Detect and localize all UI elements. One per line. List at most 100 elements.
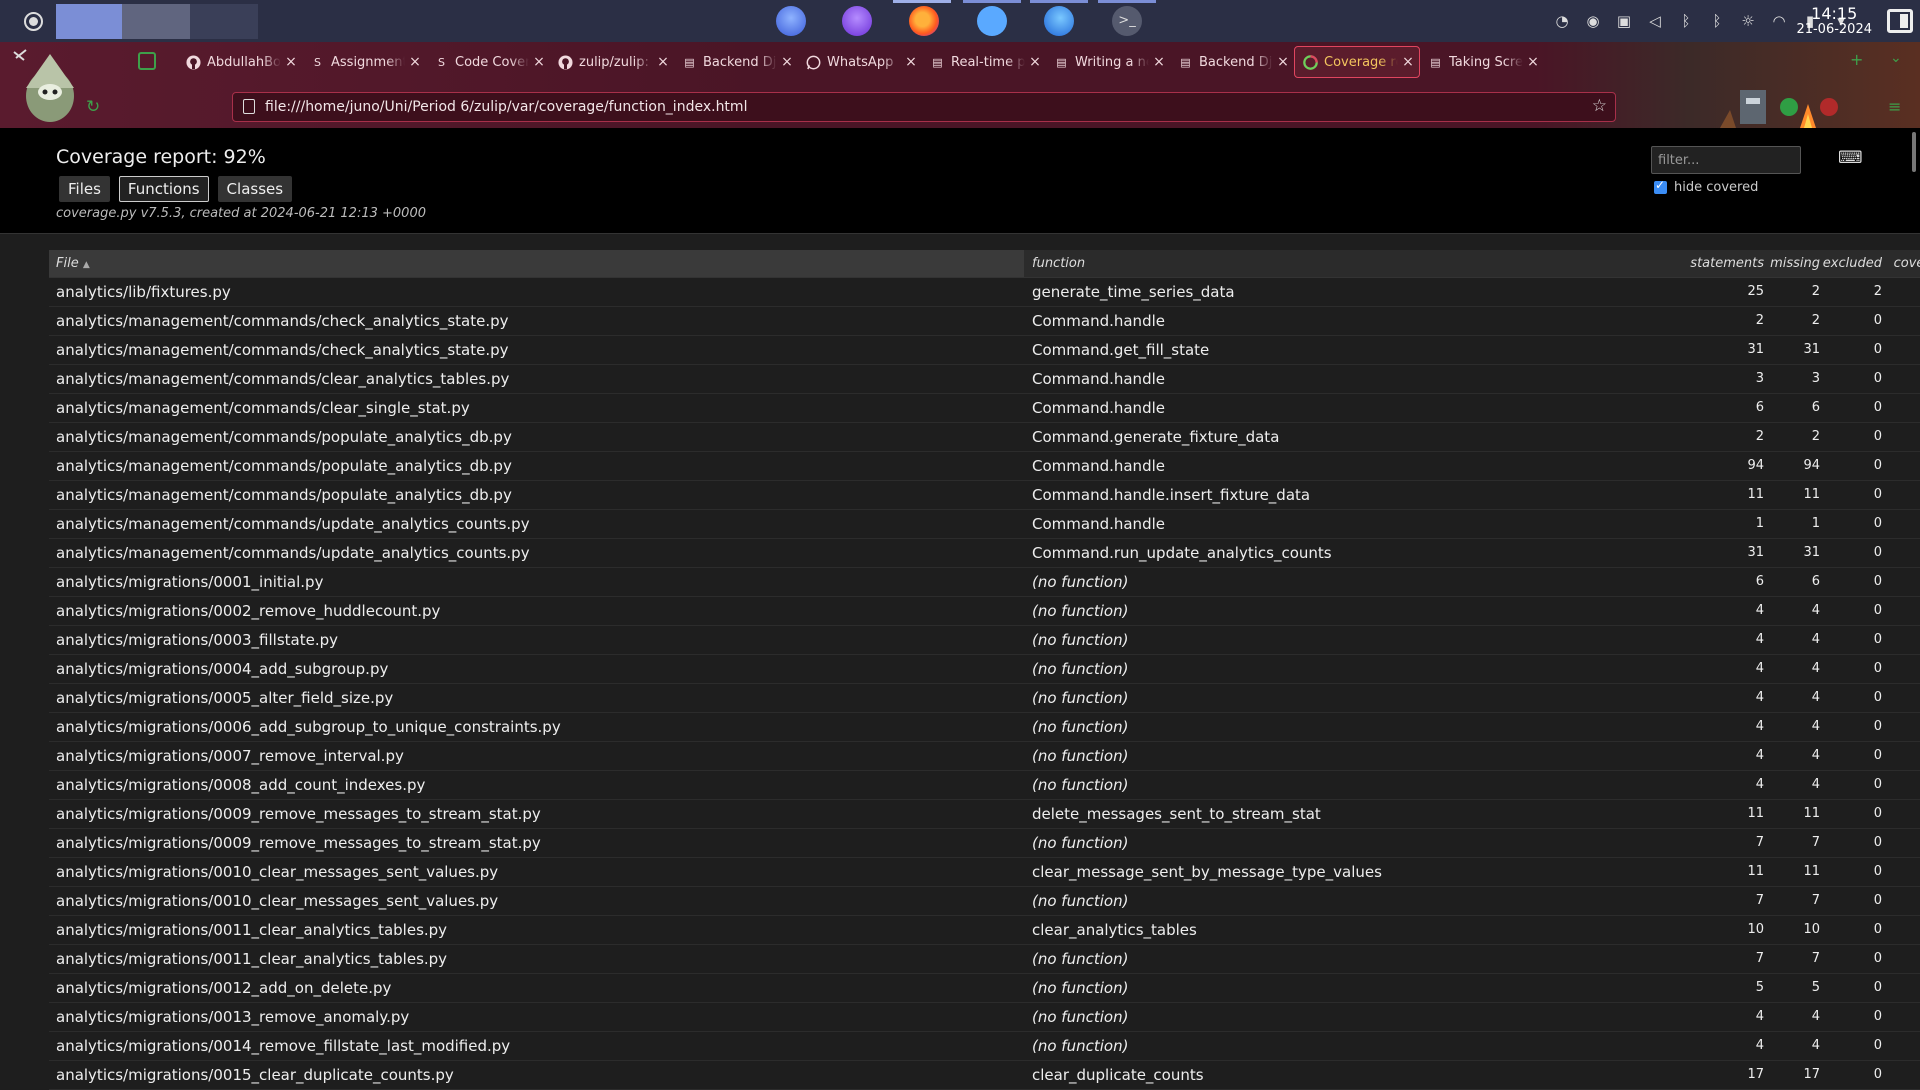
file-link[interactable]: analytics/migrations/0002_remove_huddlec… xyxy=(49,597,1024,625)
close-tab-icon[interactable]: × xyxy=(1152,54,1166,70)
tab-backend-django-2[interactable]: ▤ Backend Djang × xyxy=(1170,46,1294,78)
file-link[interactable]: analytics/migrations/0004_add_subgroup.p… xyxy=(49,655,1024,683)
classes-button[interactable]: Classes xyxy=(217,176,293,202)
function-link[interactable]: (no function) xyxy=(1024,974,1494,1002)
app-purple-icon[interactable] xyxy=(842,6,872,36)
volume-muted-icon[interactable]: ◁ xyxy=(1646,12,1664,30)
app-blue-icon[interactable] xyxy=(776,6,806,36)
close-tab-icon[interactable]: × xyxy=(1526,54,1540,70)
function-link[interactable]: Command.handle xyxy=(1024,307,1494,335)
function-link[interactable]: (no function) xyxy=(1024,655,1494,683)
reload-icon[interactable]: ↻ xyxy=(86,97,100,117)
file-link[interactable]: analytics/migrations/0009_remove_message… xyxy=(49,829,1024,857)
tab-backend-django-1[interactable]: ▤ Backend Djang × xyxy=(674,46,798,78)
functions-button[interactable]: Functions xyxy=(118,176,209,202)
tab-coverage-report[interactable]: Coverage repo × xyxy=(1294,46,1420,78)
function-link[interactable]: (no function) xyxy=(1024,597,1494,625)
firefox-icon[interactable] xyxy=(885,0,963,36)
file-link[interactable]: analytics/migrations/0007_remove_interva… xyxy=(49,742,1024,770)
function-link[interactable]: (no function) xyxy=(1024,626,1494,654)
function-link[interactable]: clear_duplicate_counts xyxy=(1024,1061,1494,1089)
url-bar[interactable]: file:///home/juno/Uni/Period 6/zulip/var… xyxy=(232,92,1616,122)
close-tab-icon[interactable]: × xyxy=(1276,54,1290,70)
close-tab-icon[interactable]: × xyxy=(780,54,794,70)
function-link[interactable]: Command.get_fill_state xyxy=(1024,336,1494,364)
workspace-2[interactable] xyxy=(122,4,190,39)
bluetooth-icon[interactable]: ᛒ xyxy=(1708,12,1726,30)
file-link[interactable]: analytics/migrations/0011_clear_analytic… xyxy=(49,945,1024,973)
function-link[interactable]: Command.handle xyxy=(1024,510,1494,538)
column-header-excluded[interactable]: excluded xyxy=(1820,250,1882,277)
steam-icon[interactable]: ◉ xyxy=(1584,12,1602,30)
function-link[interactable]: Command.handle xyxy=(1024,365,1494,393)
keyboard-shortcuts-icon[interactable]: ⌨ xyxy=(1838,148,1863,168)
tab-zulip-github[interactable]: zulip/zulip: Zul × xyxy=(550,46,674,78)
tab-realtime-push[interactable]: ▤ Real-time push × xyxy=(922,46,1046,78)
workspace-1[interactable] xyxy=(56,4,122,39)
file-link[interactable]: analytics/management/commands/populate_a… xyxy=(49,452,1024,480)
function-link[interactable]: Command.handle xyxy=(1024,452,1494,480)
function-link[interactable]: (no function) xyxy=(1024,945,1494,973)
file-link[interactable]: analytics/migrations/0015_clear_duplicat… xyxy=(49,1061,1024,1089)
hamburger-menu-icon[interactable]: ≡ xyxy=(1888,97,1901,116)
file-link[interactable]: analytics/migrations/0001_initial.py xyxy=(49,568,1024,596)
function-link[interactable]: Command.handle xyxy=(1024,394,1494,422)
close-tab-icon[interactable]: × xyxy=(904,54,918,70)
function-link[interactable]: (no function) xyxy=(1024,771,1494,799)
tab-list-chevron-icon[interactable]: ⌄ xyxy=(1890,50,1902,66)
filter-input[interactable] xyxy=(1651,146,1801,174)
tab-github-profile[interactable]: AbdullahBorae × xyxy=(178,46,302,78)
tab-code-coverage[interactable]: S Code Coverage × xyxy=(426,46,550,78)
ublock-icon[interactable] xyxy=(1820,98,1838,116)
function-link[interactable]: Command.run_update_analytics_counts xyxy=(1024,539,1494,567)
clipboard-icon[interactable]: ▣ xyxy=(1615,12,1633,30)
file-link[interactable]: analytics/migrations/0010_clear_messages… xyxy=(49,887,1024,915)
function-link[interactable]: (no function) xyxy=(1024,568,1494,596)
column-header-function[interactable]: function xyxy=(1024,250,1494,277)
app-toggle-icon[interactable] xyxy=(977,6,1007,36)
system-menu-icon[interactable] xyxy=(24,12,43,31)
terminal-icon[interactable]: >_ xyxy=(1112,6,1142,36)
function-link[interactable]: (no function) xyxy=(1024,1003,1494,1031)
close-tab-icon[interactable]: × xyxy=(284,54,298,70)
function-link[interactable]: (no function) xyxy=(1024,887,1494,915)
tab-assignment[interactable]: S Assignment 1 × xyxy=(302,46,426,78)
file-link[interactable]: analytics/migrations/0010_clear_messages… xyxy=(49,858,1024,886)
function-link[interactable]: (no function) xyxy=(1024,1032,1494,1060)
file-link[interactable]: analytics/migrations/0012_add_on_delete.… xyxy=(49,974,1024,1002)
function-link[interactable]: (no function) xyxy=(1024,684,1494,712)
wifi-icon[interactable]: ◠ xyxy=(1770,12,1788,30)
function-link[interactable]: Command.handle.insert_fixture_data xyxy=(1024,481,1494,509)
file-link[interactable]: analytics/migrations/0009_remove_message… xyxy=(49,800,1024,828)
function-link[interactable]: (no function) xyxy=(1024,742,1494,770)
file-link[interactable]: analytics/migrations/0008_add_count_inde… xyxy=(49,771,1024,799)
file-link[interactable]: analytics/migrations/0014_remove_fillsta… xyxy=(49,1032,1024,1060)
function-link[interactable]: delete_messages_sent_to_stream_stat xyxy=(1024,800,1494,828)
tab-taking-screenshots[interactable]: ▤ Taking Screen × xyxy=(1420,46,1544,78)
column-header-statements[interactable]: statements xyxy=(1494,250,1764,277)
new-tab-icon[interactable]: + xyxy=(1850,50,1863,69)
column-header-missing[interactable]: missing xyxy=(1764,250,1820,277)
file-link[interactable]: analytics/management/commands/update_ana… xyxy=(49,539,1024,567)
extension-green-icon[interactable] xyxy=(1780,98,1798,116)
function-link[interactable]: clear_message_sent_by_message_type_value… xyxy=(1024,858,1494,886)
bluetooth-outline-icon[interactable]: ᛒ xyxy=(1677,12,1695,30)
file-link[interactable]: analytics/lib/fixtures.py xyxy=(49,278,1024,306)
file-link[interactable]: analytics/management/commands/check_anal… xyxy=(49,336,1024,364)
column-header-file[interactable]: File ▲ xyxy=(49,250,1024,277)
power-profile-icon[interactable]: ◔ xyxy=(1553,12,1571,30)
file-link[interactable]: analytics/migrations/0006_add_subgroup_t… xyxy=(49,713,1024,741)
file-link[interactable]: analytics/management/commands/populate_a… xyxy=(49,423,1024,451)
file-link[interactable]: analytics/management/commands/clear_anal… xyxy=(49,365,1024,393)
function-link[interactable]: generate_time_series_data xyxy=(1024,278,1494,306)
close-tab-icon[interactable]: × xyxy=(656,54,670,70)
hide-covered-checkbox[interactable] xyxy=(1654,178,1667,194)
url-text[interactable]: file:///home/juno/Uni/Period 6/zulip/var… xyxy=(265,99,747,115)
file-link[interactable]: analytics/management/commands/update_ana… xyxy=(49,510,1024,538)
function-link[interactable]: (no function) xyxy=(1024,829,1494,857)
brightness-icon[interactable]: ☼ xyxy=(1739,12,1757,30)
file-link[interactable]: analytics/management/commands/clear_sing… xyxy=(49,394,1024,422)
close-tab-icon[interactable]: × xyxy=(532,54,546,70)
close-tab-icon[interactable]: × xyxy=(408,54,422,70)
bookmark-star-icon[interactable]: ☆ xyxy=(1592,96,1607,116)
